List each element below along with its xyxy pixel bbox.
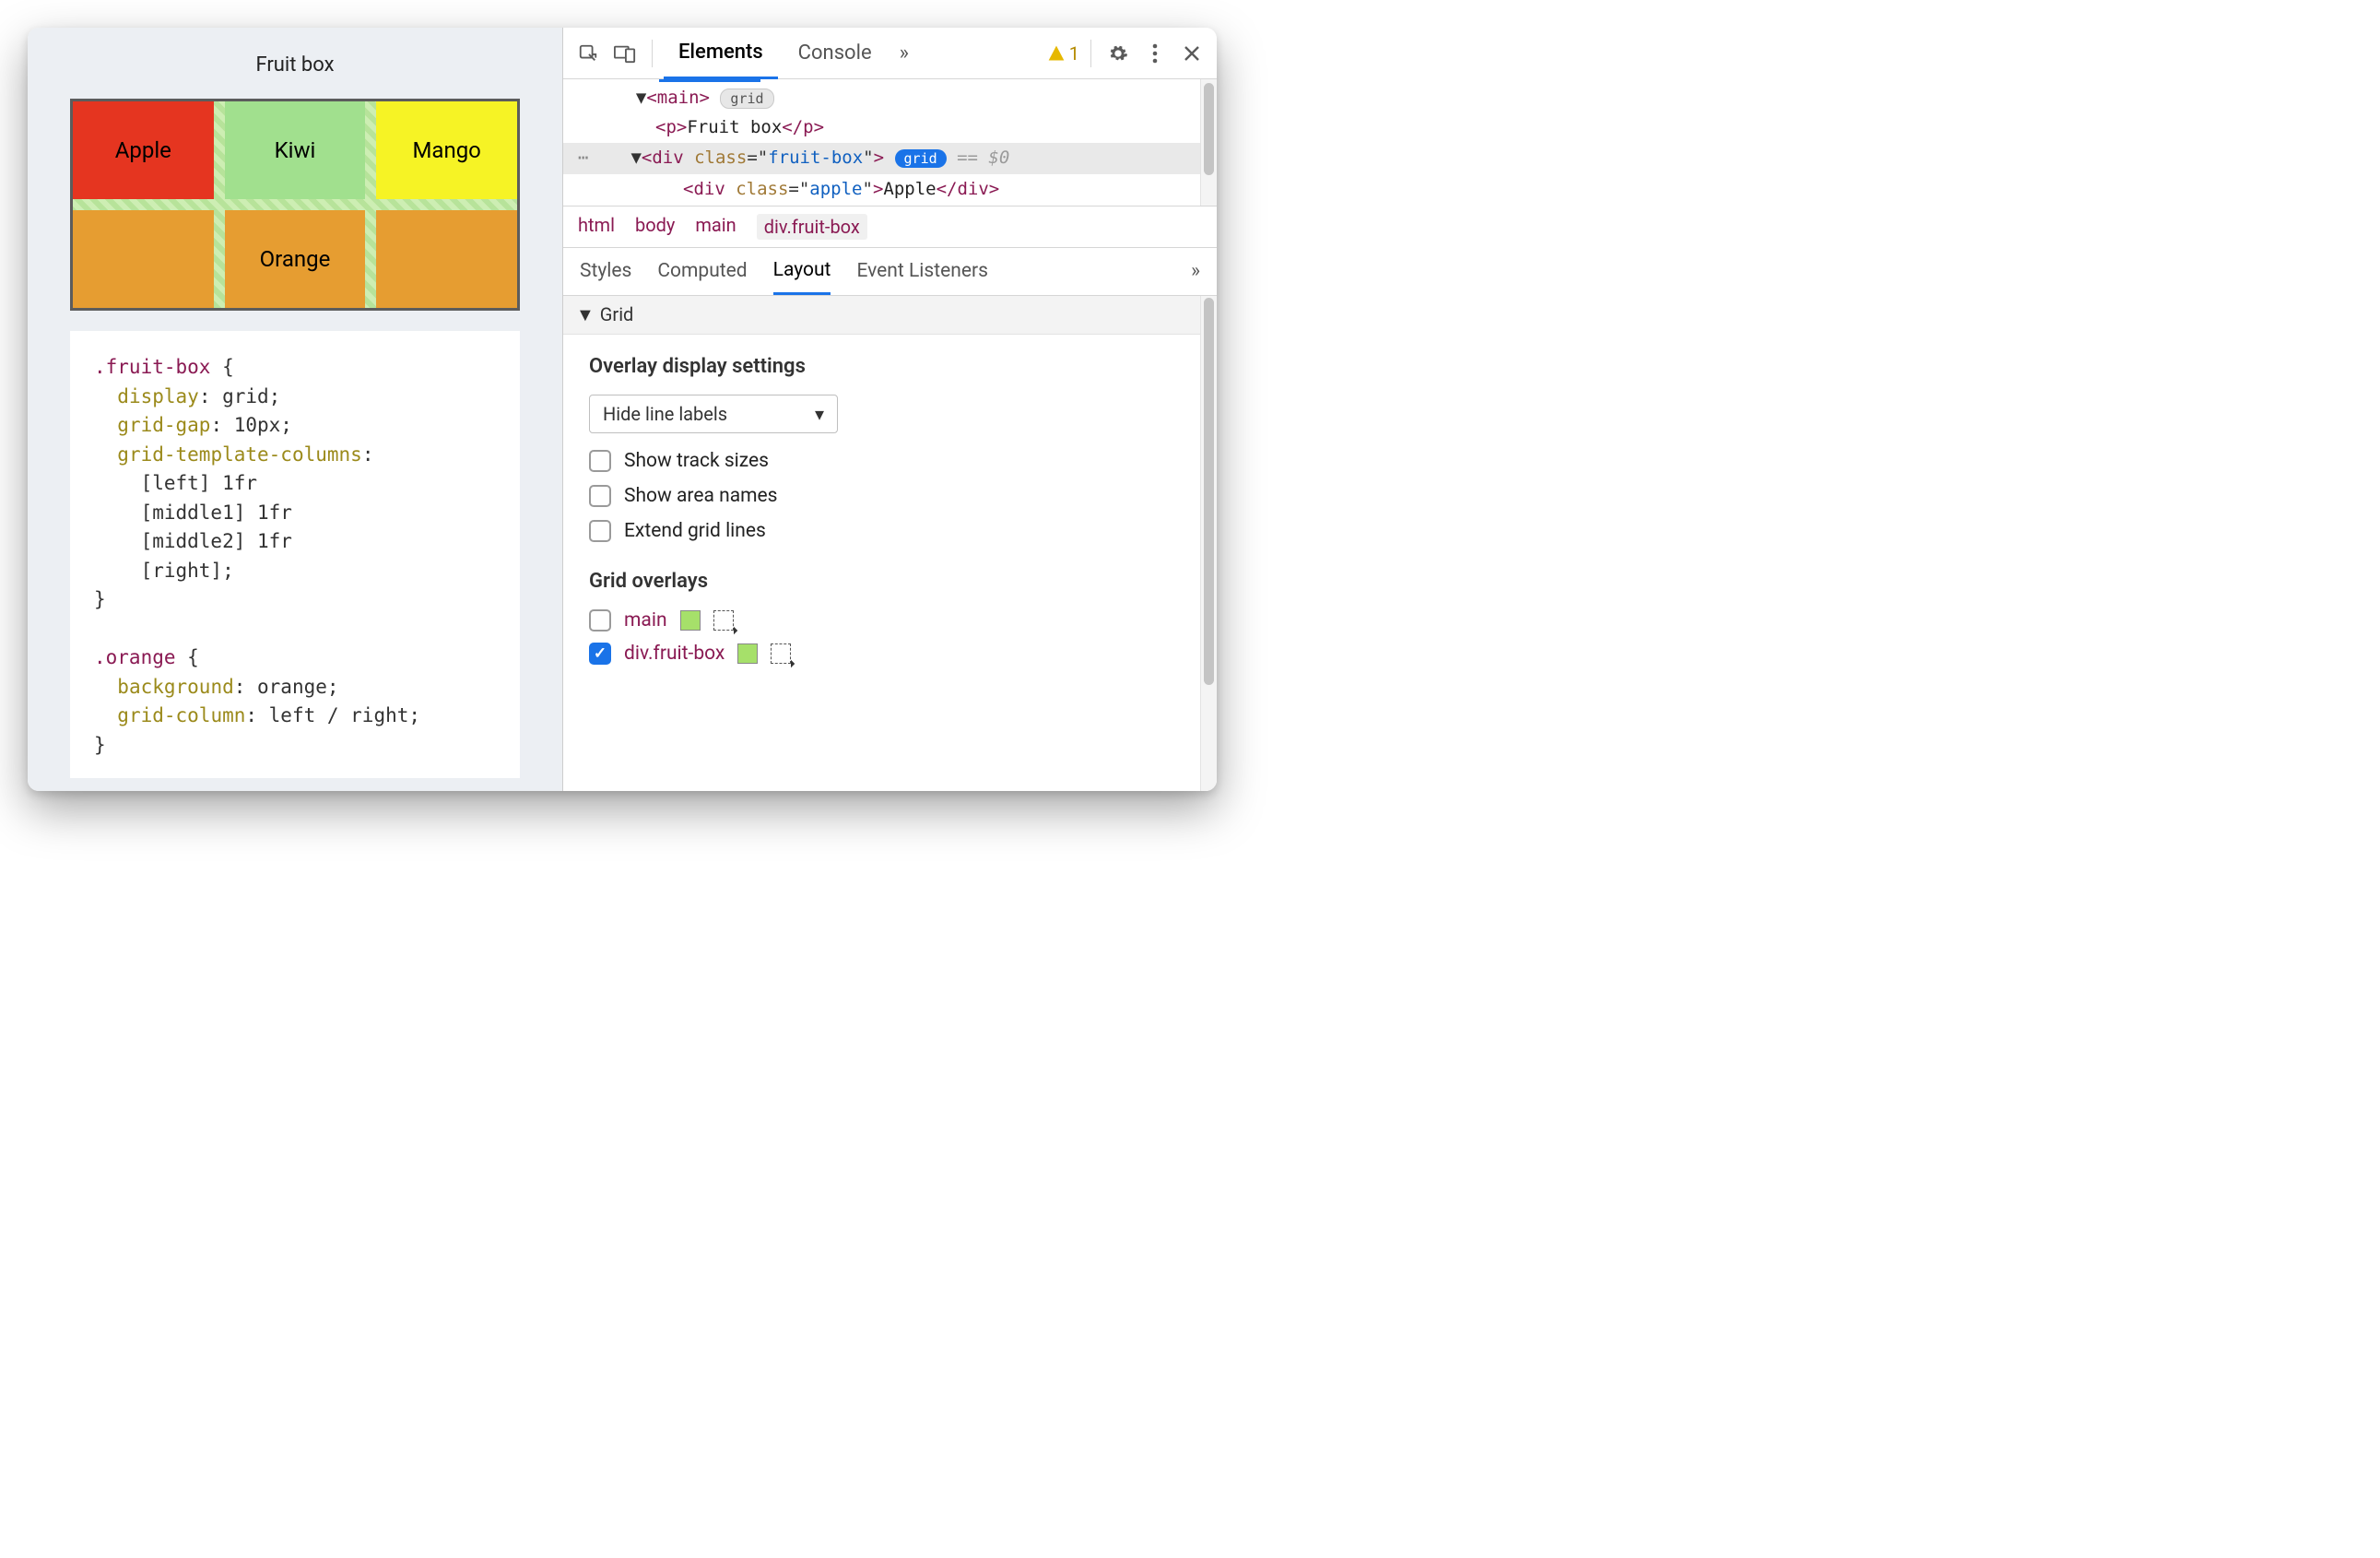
subtabs-overflow-button[interactable]: » bbox=[1191, 260, 1200, 282]
checkbox-icon bbox=[589, 450, 611, 472]
crumb-main[interactable]: main bbox=[695, 214, 736, 240]
devtools-window: Fruit box Apple Kiwi Mango Orange .fruit… bbox=[28, 28, 1217, 791]
checkbox-icon bbox=[589, 643, 611, 665]
checkbox-extend-lines[interactable]: Extend grid lines bbox=[589, 520, 1191, 542]
subtab-layout[interactable]: Layout bbox=[773, 247, 831, 295]
overlay-name: main bbox=[624, 609, 667, 631]
tab-console[interactable]: Console bbox=[784, 28, 887, 79]
fruit-box-grid: Apple Kiwi Mango Orange bbox=[70, 99, 520, 311]
checkbox-icon bbox=[589, 520, 611, 542]
device-toggle-icon[interactable] bbox=[609, 38, 641, 69]
fruit-cell-apple: Apple bbox=[73, 101, 214, 199]
styles-subtabs: Styles Computed Layout Event Listeners » bbox=[563, 248, 1217, 296]
grid-overlay-main[interactable]: main bbox=[589, 609, 1191, 631]
checkbox-track-sizes[interactable]: Show track sizes bbox=[589, 450, 1191, 472]
warnings-count: 1 bbox=[1069, 42, 1079, 65]
checkbox-icon bbox=[589, 485, 611, 507]
dom-line-p[interactable]: <p>Fruit box</p> bbox=[563, 112, 1217, 142]
scrollbar[interactable] bbox=[1200, 79, 1217, 206]
tabs-overflow-button[interactable]: » bbox=[892, 28, 916, 79]
subtab-events[interactable]: Event Listeners bbox=[856, 247, 987, 295]
color-swatch[interactable] bbox=[737, 643, 758, 664]
gear-icon[interactable] bbox=[1102, 38, 1134, 69]
grid-overlays-heading: Grid overlays bbox=[589, 570, 1191, 593]
dom-line-main[interactable]: ▼<main> grid bbox=[563, 83, 1217, 112]
line-labels-select[interactable]: Hide line labels ▾ bbox=[589, 395, 838, 433]
color-swatch[interactable] bbox=[680, 610, 701, 631]
close-icon[interactable] bbox=[1176, 38, 1208, 69]
grid-section-header[interactable]: ▼ Grid bbox=[563, 296, 1217, 335]
toolbar-separator bbox=[1090, 40, 1091, 67]
grid-section-title: Grid bbox=[600, 303, 634, 325]
highlight-element-icon[interactable] bbox=[771, 643, 791, 664]
fruit-cell-blank-left bbox=[73, 210, 214, 308]
toolbar-separator bbox=[652, 40, 653, 67]
css-code-block: .fruit-box { display: grid; grid-gap: 10… bbox=[70, 331, 520, 778]
crumb-selected[interactable]: div.fruit-box bbox=[757, 214, 867, 240]
checkbox-icon bbox=[589, 609, 611, 631]
line-labels-select-value: Hide line labels bbox=[603, 403, 727, 425]
checkbox-label: Show area names bbox=[624, 485, 778, 507]
crumb-html[interactable]: html bbox=[578, 214, 615, 240]
tab-elements[interactable]: Elements bbox=[664, 28, 778, 79]
checkbox-area-names[interactable]: Show area names bbox=[589, 485, 1191, 507]
warnings-badge[interactable]: 1 bbox=[1047, 42, 1079, 65]
dom-line-selected[interactable]: ⋯ ▼<div class="fruit-box"> grid == $0 bbox=[563, 143, 1217, 174]
dom-tree[interactable]: ▼<main> grid <p>Fruit box</p> ⋯ ▼<div cl… bbox=[563, 79, 1217, 207]
disclosure-triangle-icon: ▼ bbox=[576, 303, 595, 326]
devtools-toolbar: Elements Console » 1 bbox=[563, 28, 1217, 79]
fruit-cell-orange: Orange bbox=[225, 210, 366, 308]
inspect-icon[interactable] bbox=[572, 38, 604, 69]
rendered-page-pane: Fruit box Apple Kiwi Mango Orange .fruit… bbox=[28, 28, 562, 791]
grid-overlay-fruit-box[interactable]: div.fruit-box bbox=[589, 643, 1191, 665]
fruit-cell-mango: Mango bbox=[376, 101, 517, 199]
checkbox-label: Extend grid lines bbox=[624, 520, 766, 542]
chevron-down-icon: ▾ bbox=[815, 403, 824, 425]
overlay-settings-heading: Overlay display settings bbox=[589, 355, 1191, 378]
devtools-pane: Elements Console » 1 ▼<main> grid <p> bbox=[562, 28, 1217, 791]
fruit-cell-kiwi: Kiwi bbox=[225, 101, 366, 199]
dom-line-child[interactable]: <div class="apple">Apple</div> bbox=[563, 174, 1217, 204]
subtab-computed[interactable]: Computed bbox=[657, 247, 747, 295]
crumb-body[interactable]: body bbox=[635, 214, 675, 240]
scrollbar[interactable] bbox=[1200, 296, 1217, 791]
checkbox-label: Show track sizes bbox=[624, 450, 769, 472]
subtab-styles[interactable]: Styles bbox=[580, 247, 631, 295]
highlight-element-icon[interactable] bbox=[713, 610, 734, 631]
page-title: Fruit box bbox=[70, 53, 520, 77]
breadcrumb: html body main div.fruit-box bbox=[563, 207, 1217, 248]
fruit-cell-blank-right bbox=[376, 210, 517, 308]
kebab-menu-icon[interactable] bbox=[1139, 38, 1171, 69]
layout-panel: ▼ Grid Overlay display settings Hide lin… bbox=[563, 296, 1217, 791]
overlay-name: div.fruit-box bbox=[624, 643, 725, 665]
